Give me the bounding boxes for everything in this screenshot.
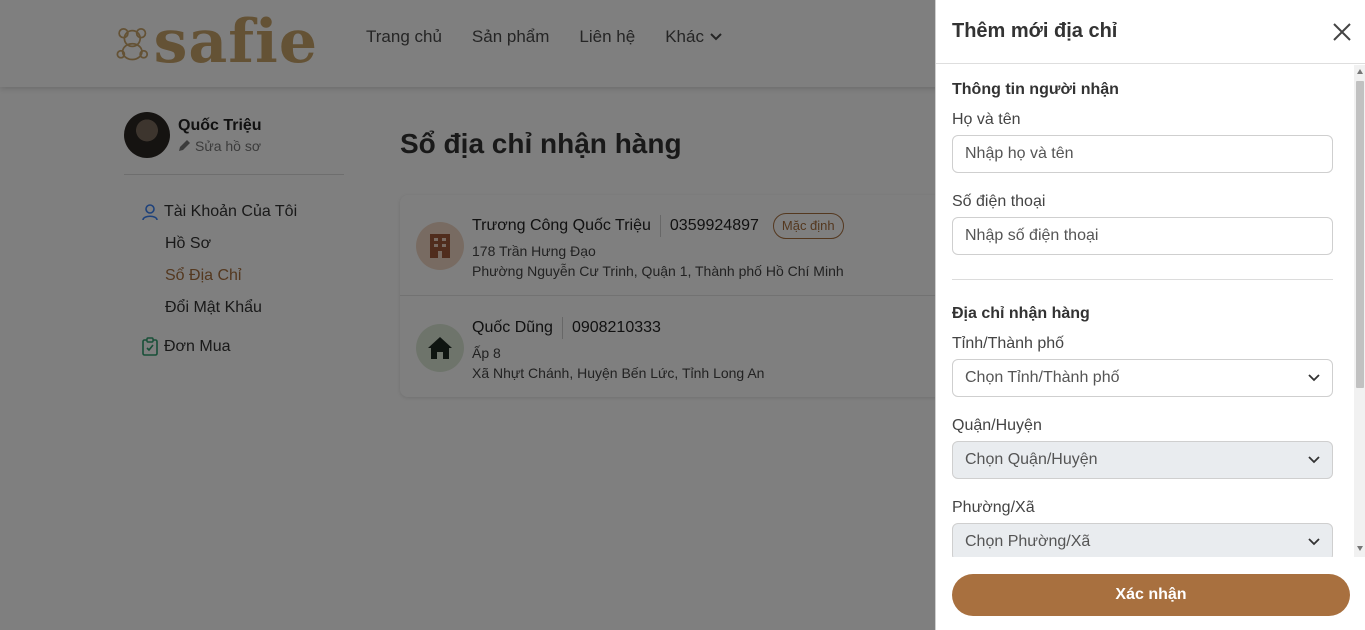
name-input[interactable] — [952, 135, 1333, 173]
ward-label: Phường/Xã — [952, 499, 1035, 516]
province-select[interactable]: Chọn Tỉnh/Thành phố — [952, 359, 1333, 397]
province-select-value: Chọn Tỉnh/Thành phố — [965, 369, 1120, 386]
chevron-down-icon — [1308, 456, 1320, 464]
close-icon[interactable] — [1332, 22, 1352, 42]
province-label: Tỉnh/Thành phố — [952, 335, 1065, 352]
drawer-body: Thông tin người nhận Họ và tên Số điện t… — [936, 65, 1365, 557]
scroll-down-arrow-icon[interactable] — [1357, 546, 1363, 551]
recipient-section-title: Thông tin người nhận — [952, 81, 1119, 98]
section-divider — [952, 279, 1333, 280]
ward-select-value: Chọn Phường/Xã — [965, 533, 1091, 550]
drawer-footer: Xác nhận — [936, 557, 1365, 630]
phone-label: Số điện thoại — [952, 193, 1046, 210]
phone-input[interactable] — [952, 217, 1333, 255]
district-label: Quận/Huyện — [952, 417, 1042, 434]
drawer-scrollbar[interactable] — [1354, 65, 1365, 557]
add-address-drawer: Thêm mới địa chỉ Thông tin người nhận Họ… — [935, 0, 1365, 630]
district-select-value: Chọn Quận/Huyện — [965, 451, 1098, 468]
scroll-up-arrow-icon[interactable] — [1357, 69, 1363, 74]
scrollbar-thumb[interactable] — [1356, 81, 1364, 388]
ward-select[interactable]: Chọn Phường/Xã — [952, 523, 1333, 557]
name-label: Họ và tên — [952, 111, 1021, 128]
district-select[interactable]: Chọn Quận/Huyện — [952, 441, 1333, 479]
drawer-title: Thêm mới địa chỉ — [952, 20, 1118, 42]
chevron-down-icon — [1308, 374, 1320, 382]
drawer-header: Thêm mới địa chỉ — [936, 0, 1365, 64]
chevron-down-icon — [1308, 538, 1320, 546]
address-section-title: Địa chỉ nhận hàng — [952, 305, 1090, 322]
confirm-button[interactable]: Xác nhận — [952, 574, 1350, 616]
modal-backdrop[interactable] — [0, 0, 935, 630]
